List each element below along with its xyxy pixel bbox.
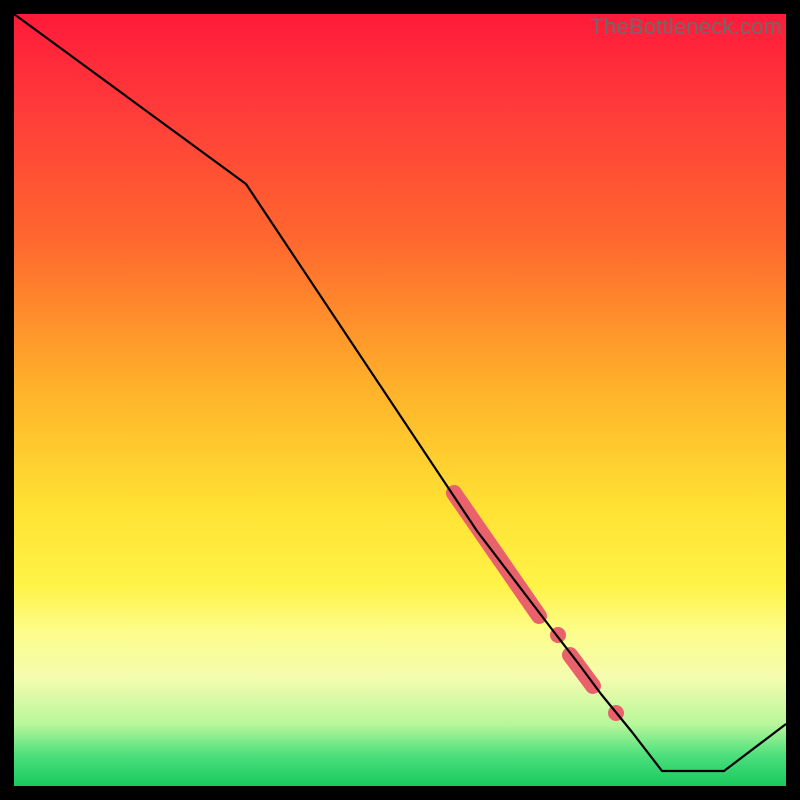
bottleneck-curve [14, 14, 786, 771]
gradient-plot-area: TheBottleneck.com [14, 14, 786, 786]
chart-svg [14, 14, 786, 786]
chart-frame: TheBottleneck.com [0, 0, 800, 800]
highlight-segment [454, 493, 539, 616]
curve-layer [14, 14, 786, 771]
highlight-segment [570, 655, 593, 686]
highlight-layer [454, 493, 624, 721]
